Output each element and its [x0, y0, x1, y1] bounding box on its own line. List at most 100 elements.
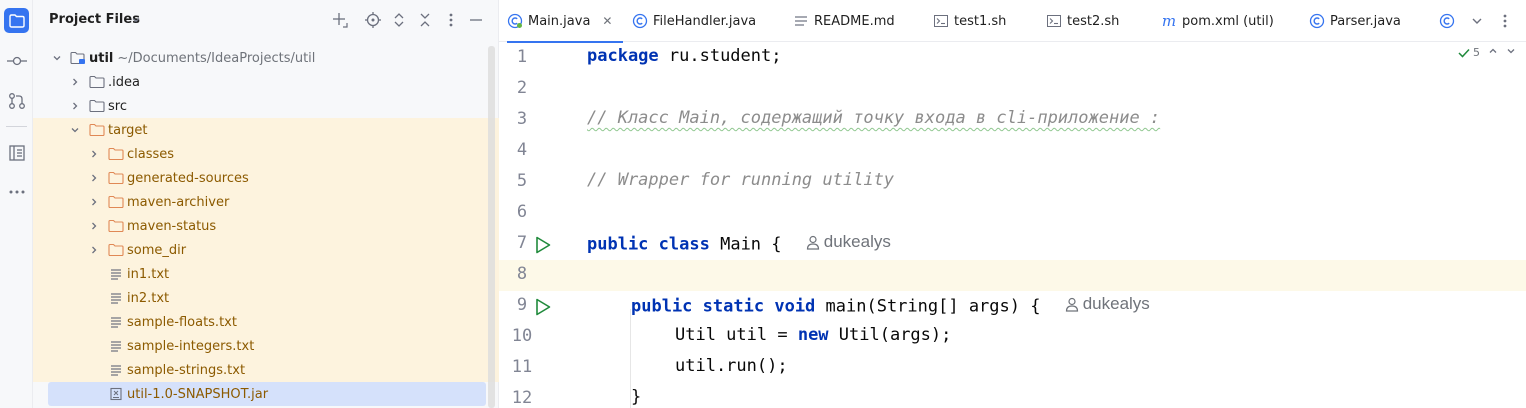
author-hint[interactable]: dukealys — [1065, 294, 1150, 314]
line-number: 2 — [516, 78, 528, 98]
code-line[interactable]: 11 util.run(); — [499, 353, 1526, 384]
code-line[interactable]: 9 public static void main(String[] args)… — [499, 291, 1526, 322]
tab-label: README.md — [814, 13, 895, 29]
tab-label: Parser.java — [1330, 13, 1401, 29]
tree-item-src[interactable]: src — [33, 94, 499, 118]
chevron-right-icon[interactable] — [69, 76, 81, 88]
code-line[interactable]: 5 // Wrapper for running utility — [499, 167, 1526, 198]
tree-item-idea[interactable]: .idea — [33, 70, 499, 94]
chevron-down-icon[interactable] — [131, 14, 141, 29]
chevron-right-icon[interactable] — [88, 244, 100, 256]
line-number: 10 — [511, 326, 533, 346]
locate-icon[interactable] — [364, 11, 382, 29]
chevron-right-icon[interactable] — [69, 100, 81, 112]
maven-icon: m — [1161, 12, 1177, 30]
chevron-right-icon[interactable] — [88, 220, 100, 232]
java-class-icon — [1439, 13, 1455, 29]
project-panel: Project Files util ~/Documents/IdeaProjec… — [33, 0, 499, 408]
code-line[interactable]: 3 // Класс Main, содержащий точку входа … — [499, 105, 1526, 136]
user-icon — [1065, 297, 1078, 312]
chevron-down-icon[interactable] — [51, 52, 63, 64]
code-line[interactable]: 12 } — [499, 384, 1526, 408]
tree-item-label: maven-archiver — [127, 194, 230, 210]
collapse-all-icon[interactable] — [416, 11, 434, 29]
tree-item-label: classes — [127, 146, 175, 162]
author-name: dukealys — [823, 232, 891, 251]
tab-pom-xml[interactable]: m pom.xml (util) — [1161, 0, 1274, 42]
project-scrollbar[interactable] — [488, 46, 495, 408]
hide-icon[interactable] — [467, 11, 485, 29]
code-text: // Wrapper for running utility — [587, 170, 894, 190]
structure-icon[interactable] — [4, 140, 29, 165]
code-text: Util util = new Util(args); — [675, 325, 951, 345]
code-line[interactable]: 7 public class Main { dukealys — [499, 229, 1526, 260]
tree-item-label: sample-integers.txt — [127, 338, 255, 354]
chevron-right-icon[interactable] — [88, 172, 100, 184]
tab-filehandler-java[interactable]: FileHandler.java — [632, 0, 756, 42]
author-name: dukealys — [1082, 294, 1150, 313]
more-icon[interactable] — [4, 179, 29, 204]
tree-item-target[interactable]: target — [33, 118, 499, 142]
run-icon[interactable] — [533, 297, 553, 317]
shell-script-icon — [933, 13, 949, 29]
code-line[interactable]: 2 — [499, 74, 1526, 105]
tree-item-label: generated-sources — [127, 170, 249, 186]
project-icon[interactable] — [4, 8, 29, 33]
tab-test1-sh[interactable]: test1.sh — [933, 0, 1006, 42]
activity-bar — [0, 0, 33, 408]
module-folder-icon — [70, 50, 86, 66]
code-text: // Класс Main, содержащий точку входа в … — [587, 108, 1160, 128]
chevron-down-icon[interactable] — [69, 124, 81, 136]
tab-parser-java[interactable]: Parser.java — [1309, 0, 1401, 42]
code-line[interactable]: 10 Util util = new Util(args); — [499, 322, 1526, 353]
text-file-icon — [108, 362, 124, 378]
tabs-dropdown-icon[interactable] — [1468, 12, 1486, 30]
new-file-icon[interactable] — [331, 11, 349, 29]
options-icon[interactable] — [442, 11, 460, 29]
tree-item-classes[interactable]: classes — [33, 142, 499, 166]
tree-item-in2-txt[interactable]: in2.txt — [33, 286, 499, 310]
excluded-folder-icon — [108, 242, 124, 258]
tab-overflow[interactable] — [1439, 0, 1459, 42]
tab-label: test1.sh — [954, 13, 1007, 29]
tree-item-label: util ~/Documents/IdeaProjects/util — [89, 51, 315, 66]
project-panel-title[interactable]: Project Files — [49, 12, 140, 27]
commit-icon[interactable] — [4, 48, 29, 73]
code-text: util.run(); — [675, 356, 788, 376]
code-token: ru.student; — [658, 46, 782, 66]
tab-main-java[interactable]: Main.java ✕ — [507, 0, 623, 43]
keyword: public — [587, 234, 649, 255]
tree-item-path-hint: ~/Documents/IdeaProjects/util — [117, 50, 316, 66]
run-icon[interactable] — [533, 235, 553, 255]
line-number: 11 — [511, 357, 533, 377]
tree-item-util[interactable]: util ~/Documents/IdeaProjects/util — [33, 46, 499, 70]
line-number: 1 — [516, 47, 528, 67]
tree-item-sample-strings-txt[interactable]: sample-strings.txt — [33, 358, 499, 382]
expand-all-icon[interactable] — [390, 11, 408, 29]
code-line[interactable]: 6 — [499, 198, 1526, 229]
code-line-current[interactable]: 8 — [499, 260, 1526, 291]
close-icon[interactable]: ✕ — [602, 14, 612, 28]
pull-requests-icon[interactable] — [4, 88, 29, 113]
author-hint[interactable]: dukealys — [806, 232, 891, 252]
tab-readme-md[interactable]: README.md — [793, 0, 895, 42]
tree-item-util-jar[interactable]: util-1.0-SNAPSHOT.jar — [48, 382, 486, 406]
tab-test2-sh[interactable]: test2.sh — [1046, 0, 1119, 42]
tree-item-label: target — [108, 122, 148, 138]
tree-item-generated-sources[interactable]: generated-sources — [33, 166, 499, 190]
code-area[interactable]: 1 package ru.student; 2 3 // Класс Main,… — [499, 43, 1526, 408]
tree-item-maven-status[interactable]: maven-status — [33, 214, 499, 238]
tree-item-some-dir[interactable]: some_dir — [33, 238, 499, 262]
code-line[interactable]: 4 — [499, 136, 1526, 167]
chevron-right-icon[interactable] — [88, 148, 100, 160]
code-text: public static void main(String[] args) {… — [631, 294, 1150, 317]
tree-item-in1-txt[interactable]: in1.txt — [33, 262, 499, 286]
chevron-right-icon[interactable] — [88, 196, 100, 208]
tree-item-sample-floats-txt[interactable]: sample-floats.txt — [33, 310, 499, 334]
code-line[interactable]: 1 package ru.student; — [499, 43, 1526, 74]
tree-item-maven-archiver[interactable]: maven-archiver — [33, 190, 499, 214]
excluded-folder-icon — [108, 146, 124, 162]
excluded-folder-icon — [108, 194, 124, 210]
more-tabs-icon[interactable] — [1496, 12, 1514, 30]
tree-item-sample-integers-txt[interactable]: sample-integers.txt — [33, 334, 499, 358]
